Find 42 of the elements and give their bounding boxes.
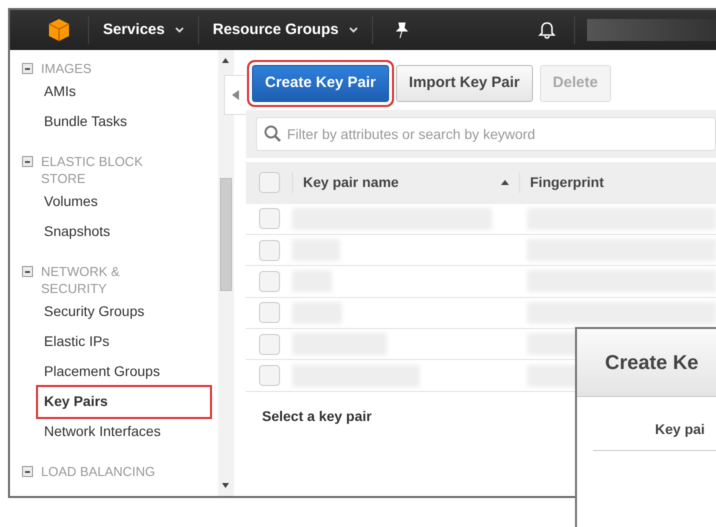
- nav-menu[interactable]: Services: [89, 18, 198, 42]
- sidebar-item[interactable]: Bundle Tasks: [42, 107, 218, 137]
- row-checkbox[interactable]: [259, 270, 280, 292]
- pin-icon[interactable]: [394, 22, 409, 38]
- row-checkbox[interactable]: [259, 302, 280, 324]
- sidebar-item[interactable]: Elastic IPs: [42, 327, 218, 357]
- select-all-checkbox[interactable]: [259, 172, 280, 193]
- scroll-up-icon[interactable]: [222, 58, 229, 63]
- scroll-down-icon[interactable]: [222, 483, 229, 488]
- search-field[interactable]: Filter by attributes or search by keyword: [256, 116, 716, 150]
- row-checkbox[interactable]: [259, 240, 280, 261]
- sidebar-item[interactable]: Volumes: [42, 187, 218, 217]
- sidebar-item[interactable]: Network Interfaces: [42, 417, 218, 447]
- section-heading: IMAGES: [41, 60, 93, 77]
- collapse-icon[interactable]: [22, 266, 33, 277]
- sidebar-item[interactable]: Snapshots: [42, 217, 218, 247]
- row-checkbox[interactable]: [259, 365, 280, 386]
- collapse-tab[interactable]: [224, 75, 246, 115]
- sidebar-item[interactable]: AMIs: [42, 77, 218, 107]
- arrow-icon: [232, 90, 239, 100]
- sidebar-item[interactable]: Security Groups: [42, 297, 218, 327]
- row-checkbox[interactable]: [259, 334, 280, 355]
- column-header[interactable]: Key pair name: [292, 172, 519, 193]
- action-button[interactable]: Import Key Pair: [396, 65, 533, 102]
- field-label: Key pai: [593, 397, 716, 451]
- column-header[interactable]: Fingerprint: [519, 172, 604, 193]
- row-checkbox[interactable]: [259, 208, 280, 230]
- search-icon: [264, 124, 281, 142]
- logo-icon: [48, 18, 70, 42]
- section-heading: ELASTIC BLOCK STORE: [41, 153, 144, 187]
- sidebar-item[interactable]: Key Pairs: [38, 387, 210, 417]
- sidebar-item[interactable]: Placement Groups: [42, 357, 218, 387]
- scrollbar-thumb[interactable]: [220, 178, 232, 291]
- bell-icon[interactable]: [538, 21, 556, 39]
- collapse-icon[interactable]: [22, 156, 33, 167]
- dialog-title: Create Ke: [577, 329, 716, 397]
- collapse-icon[interactable]: [22, 466, 33, 477]
- collapse-icon[interactable]: [22, 63, 33, 74]
- section-heading: LOAD BALANCING: [41, 463, 156, 480]
- section-heading: NETWORK & SECURITY: [41, 263, 121, 297]
- nav-menu[interactable]: Resource Groups: [198, 18, 372, 42]
- details-text: Select a key pair: [261, 406, 373, 426]
